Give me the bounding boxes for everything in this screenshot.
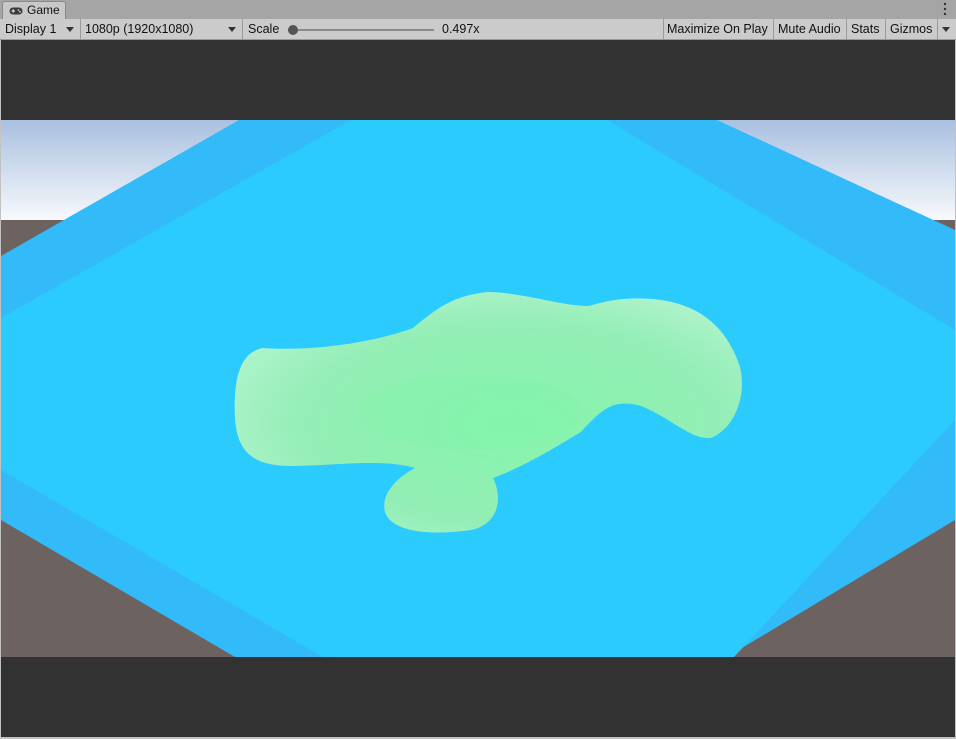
- gizmos-dropdown[interactable]: [938, 19, 956, 39]
- display-dropdown-label: Display 1: [5, 22, 57, 36]
- mute-audio-button[interactable]: Mute Audio: [774, 19, 847, 39]
- tab-bar: Game: [0, 0, 956, 20]
- kebab-menu-icon[interactable]: [942, 2, 948, 16]
- gizmos-button[interactable]: Gizmos: [886, 19, 938, 39]
- display-dropdown[interactable]: Display 1: [0, 19, 81, 39]
- game-toolbar: Display 1 1080p (1920x1080) Scale 0.497x…: [0, 19, 956, 40]
- game-window: Game Display 1 1080p (1920x1080) Scale 0…: [0, 0, 956, 739]
- scale-slider-thumb[interactable]: [288, 25, 298, 35]
- scale-slider-track[interactable]: [288, 29, 434, 31]
- scale-slider[interactable]: [286, 19, 436, 39]
- game-scene: [1, 120, 955, 657]
- gamepad-icon: [9, 7, 23, 15]
- maximize-on-play-button[interactable]: Maximize On Play: [663, 19, 774, 39]
- resolution-dropdown-label: 1080p (1920x1080): [85, 22, 194, 36]
- game-render-viewport[interactable]: [1, 120, 955, 657]
- slime-highlight: [361, 374, 581, 450]
- resolution-dropdown[interactable]: 1080p (1920x1080): [81, 19, 243, 39]
- game-view[interactable]: [1, 40, 955, 737]
- chevron-down-icon: [942, 27, 950, 32]
- stats-button[interactable]: Stats: [847, 19, 886, 39]
- chevron-down-icon: [66, 27, 74, 32]
- tab-game-label: Game: [27, 3, 60, 17]
- chevron-down-icon: [228, 27, 236, 32]
- scale-label: Scale: [248, 22, 280, 36]
- scale-value: 0.497x: [442, 22, 480, 36]
- tab-game[interactable]: Game: [2, 1, 66, 19]
